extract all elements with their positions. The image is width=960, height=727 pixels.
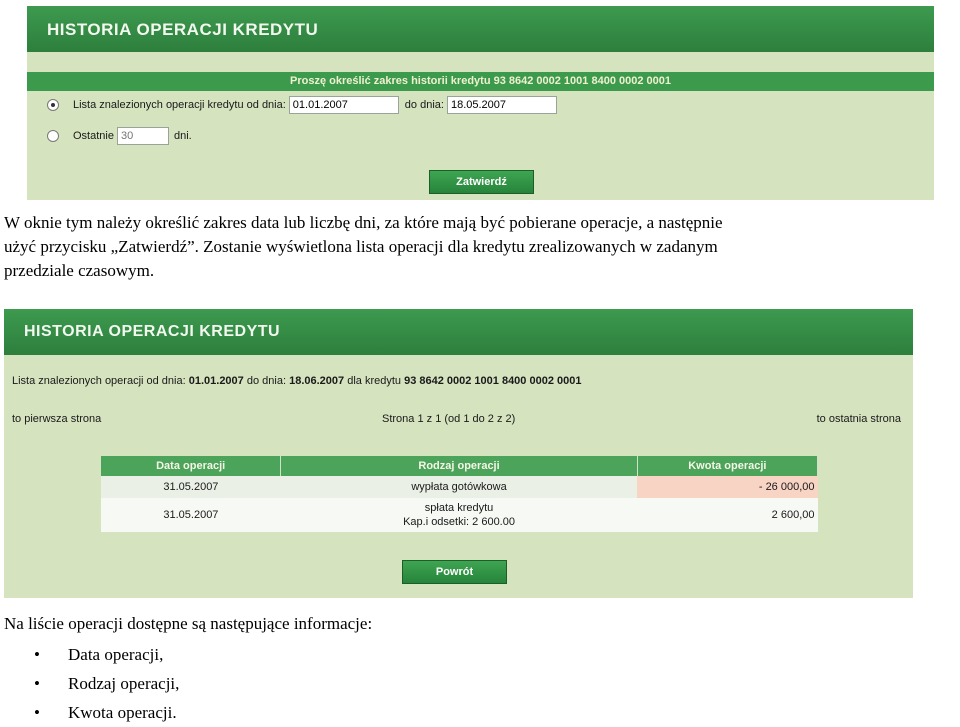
table-row: 31.05.2007 wypłata gotówkowa - 26 000,00 <box>101 476 818 498</box>
info-intro: Na liście operacji dostępne są następują… <box>4 614 373 633</box>
submit-button[interactable]: Zatwierdź <box>429 170 534 194</box>
info-list: Data operacji, Rodzaj operacji, Kwota op… <box>0 640 179 727</box>
list-item: Rodzaj operacji, <box>0 669 179 698</box>
panel-title: HISTORIA OPERACJI KREDYTU <box>27 6 934 52</box>
last-days-label: Ostatnie <box>73 130 114 142</box>
table-header-row: Data operacji Rodzaj operacji Kwota oper… <box>101 456 819 476</box>
to-date-label: do dnia: <box>404 99 444 111</box>
panel-title: HISTORIA OPERACJI KREDYTU <box>4 309 913 355</box>
date-from-input[interactable] <box>288 96 399 114</box>
last-days-input[interactable] <box>116 127 169 145</box>
pagination-info: Strona 1 z 1 (od 1 do 2 z 2) <box>382 413 516 425</box>
summary-loan-label: dla kredytu <box>347 375 402 387</box>
operation-amount: 2 600,00 <box>637 498 818 532</box>
range-option-label: Lista znalezionych operacji kredytu od d… <box>73 99 286 111</box>
operation-type: spłata kredytu Kap.i odsetki: 2 600.00 <box>280 498 638 532</box>
first-page-text: to pierwsza strona <box>12 413 102 425</box>
instruction-line-1: W oknie tym należy określić zakres data … <box>4 213 723 232</box>
form-header-bar: Proszę określić zakres historii kredytu … <box>27 72 934 91</box>
list-item: Kwota operacji. <box>0 698 179 727</box>
list-item: Data operacji, <box>0 640 179 669</box>
summary-date-from: 01.01.2007 <box>188 375 244 387</box>
operation-type-line-2: Kap.i odsetki: 2 600.00 <box>403 516 515 528</box>
history-results-panel: HISTORIA OPERACJI KREDYTU Lista znalezio… <box>4 309 913 598</box>
column-header-date: Data operacji <box>101 456 282 476</box>
operation-amount: - 26 000,00 <box>637 476 818 498</box>
operation-date: 31.05.2007 <box>101 476 281 498</box>
operation-type-line-1: spłata kredytu <box>424 502 494 514</box>
last-days-radio[interactable] <box>47 130 59 142</box>
date-to-input[interactable] <box>446 96 557 114</box>
column-header-amount: Kwota operacji <box>637 456 819 476</box>
range-radio[interactable] <box>47 99 59 111</box>
last-days-option-row: Ostatnie dni. <box>47 127 192 145</box>
summary-loan-number: 93 8642 0002 1001 8400 0002 0001 <box>404 375 582 387</box>
days-label: dni. <box>173 130 192 142</box>
operation-type: wypłata gotówkowa <box>280 476 638 498</box>
table-row: 31.05.2007 spłata kredytu Kap.i odsetki:… <box>101 498 818 532</box>
back-button[interactable]: Powrót <box>402 560 507 584</box>
range-option-row: Lista znalezionych operacji kredytu od d… <box>47 96 557 114</box>
instruction-line-3: przedziale czasowym. <box>4 261 155 280</box>
history-form-panel: HISTORIA OPERACJI KREDYTU Proszę określi… <box>27 6 934 200</box>
column-header-type: Rodzaj operacji <box>280 456 638 476</box>
summary-to-label: do dnia: <box>246 375 287 387</box>
instruction-line-2: użyć przycisku „Zatwierdź”. Zostanie wyś… <box>4 237 718 256</box>
last-page-text: to ostatnia strona <box>816 413 901 425</box>
instruction-paragraph: W oknie tym należy określić zakres data … <box>4 211 723 283</box>
operation-date: 31.05.2007 <box>101 498 281 532</box>
summary-prefix: Lista znalezionych operacji od dnia: <box>12 375 186 387</box>
results-summary: Lista znalezionych operacji od dnia: 01.… <box>12 375 581 387</box>
summary-date-to: 18.06.2007 <box>289 375 345 387</box>
operations-table: Data operacji Rodzaj operacji Kwota oper… <box>101 456 819 532</box>
